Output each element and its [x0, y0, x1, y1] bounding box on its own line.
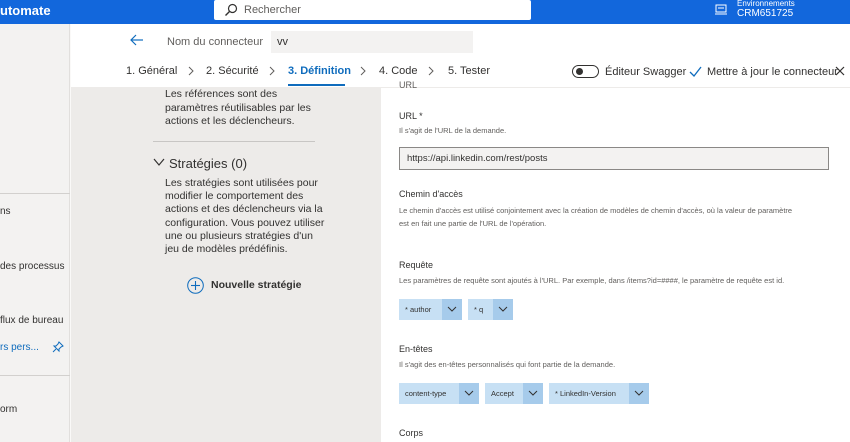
search-icon	[225, 3, 238, 16]
section-heading-cut: URL	[399, 80, 418, 88]
query-param-chip[interactable]: * author	[399, 299, 462, 320]
path-description-line1: Le chemin d'accès est utilisé conjointem…	[399, 206, 793, 215]
nav-item-platform[interactable]: orm	[0, 404, 17, 415]
environment-icon[interactable]	[714, 3, 728, 17]
header-chip[interactable]: * LinkedIn-Version	[549, 383, 649, 404]
checkmark-icon[interactable]	[689, 66, 702, 77]
left-navigation	[0, 24, 70, 442]
search-box[interactable]: Rechercher	[214, 0, 531, 20]
chevron-right-icon	[360, 66, 366, 76]
header-name: Accept	[491, 389, 514, 398]
search-placeholder: Rechercher	[244, 4, 301, 16]
chip-dropdown-button[interactable]	[459, 383, 479, 404]
chevron-down-icon	[498, 306, 508, 312]
new-policy-button[interactable]: Nouvelle stratégie	[211, 279, 301, 291]
policies-description: Les stratégies sont utilisées pour modif…	[165, 177, 325, 256]
tab-definition[interactable]: 3. Définition	[288, 65, 351, 77]
chevron-down-icon[interactable]	[153, 158, 165, 166]
query-param-chip[interactable]: * q	[468, 299, 513, 320]
nav-divider	[0, 375, 70, 376]
section-divider	[153, 141, 315, 142]
chip-dropdown-button[interactable]	[629, 383, 649, 404]
connector-name-label: Nom du connecteur	[167, 36, 263, 48]
headers-description: Il s'agit des en-têtes personnalisés qui…	[399, 360, 616, 369]
connector-name-input[interactable]	[271, 31, 473, 53]
path-description-line2: est en fait une partie de l'URL de l'opé…	[399, 219, 547, 228]
swagger-editor-label[interactable]: Éditeur Swagger	[605, 66, 686, 78]
url-description: Il s'agit de l'URL de la demande.	[399, 126, 507, 135]
nav-divider	[0, 193, 70, 194]
nav-item-custom-connectors[interactable]: rs pers...	[0, 342, 39, 353]
chevron-right-icon	[269, 66, 275, 76]
chevron-down-icon	[528, 390, 538, 396]
back-arrow-icon[interactable]	[130, 34, 144, 46]
references-description: Les références sont des paramètres réuti…	[165, 88, 311, 127]
tab-code[interactable]: 4. Code	[379, 65, 418, 77]
chevron-down-icon	[464, 390, 474, 396]
chevron-right-icon	[188, 66, 194, 76]
query-param-name: * author	[405, 305, 432, 314]
headers-label: En-têtes	[399, 344, 433, 354]
active-tab-indicator	[288, 84, 345, 86]
header-chip[interactable]: content-type	[399, 383, 479, 404]
add-circle-icon[interactable]	[187, 277, 204, 294]
environment-label: Environnements	[737, 0, 795, 8]
body-label: Corps	[399, 428, 424, 438]
environment-value[interactable]: CRM651725	[737, 8, 793, 19]
chevron-right-icon	[428, 66, 434, 76]
close-icon[interactable]	[835, 66, 845, 76]
nav-item-process[interactable]: des processus	[0, 261, 64, 272]
chevron-down-icon	[634, 390, 644, 396]
app-brand[interactable]: utomate	[0, 3, 51, 18]
header-name: * LinkedIn-Version	[555, 389, 616, 398]
header-name: content-type	[405, 389, 447, 398]
nav-item-solutions[interactable]: ns	[0, 206, 11, 217]
chip-dropdown-button[interactable]	[442, 299, 462, 320]
query-label: Requête	[399, 260, 434, 270]
nav-item-desktop-flows[interactable]: flux de bureau	[0, 315, 63, 326]
chip-dropdown-button[interactable]	[523, 383, 543, 404]
toggle-knob	[576, 68, 583, 75]
chevron-down-icon	[447, 306, 457, 312]
url-label: URL *	[399, 111, 423, 121]
url-input[interactable]: https://api.linkedin.com/rest/posts	[399, 147, 829, 170]
query-param-name: * q	[474, 305, 484, 314]
chip-dropdown-button[interactable]	[493, 299, 513, 320]
tab-general[interactable]: 1. Général	[126, 65, 177, 77]
query-description: Les paramètres de requête sont ajoutés à…	[399, 276, 785, 285]
update-connector-button[interactable]: Mettre à jour le connecteur	[707, 66, 838, 78]
swagger-editor-toggle[interactable]	[572, 65, 599, 78]
pin-icon[interactable]	[52, 341, 64, 353]
header-chip[interactable]: Accept	[485, 383, 543, 404]
path-label: Chemin d'accès	[399, 189, 463, 199]
policies-heading[interactable]: Stratégies (0)	[169, 156, 247, 171]
tab-test[interactable]: 5. Tester	[448, 65, 490, 77]
tab-security[interactable]: 2. Sécurité	[206, 65, 259, 77]
